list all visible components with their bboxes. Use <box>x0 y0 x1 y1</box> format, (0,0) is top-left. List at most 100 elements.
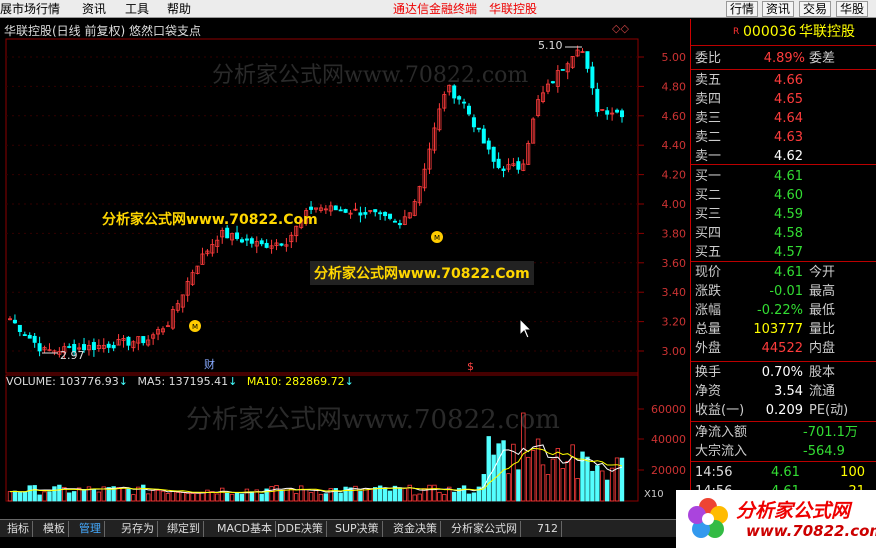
stat2-row[interactable]: 净资 3.54 流通 <box>691 382 876 401</box>
volume-bar <box>52 486 57 502</box>
kline-chart-area[interactable]: 5.00 4.80 4.60 4.40 4.20 4.00 3.80 3.60 3.40 3.20… <box>0 19 690 538</box>
buy-level-3-label: 买三 <box>695 207 722 222</box>
flow-row: 净流入额 -701.1万 <box>691 423 876 442</box>
news-button[interactable]: 资讯 <box>762 1 795 17</box>
volume-bar <box>220 487 225 502</box>
candle <box>560 69 565 71</box>
buy-level-4[interactable]: 买四 4.58 <box>691 224 876 243</box>
volume-bar <box>42 491 47 502</box>
stat-row-ext: 内盘 <box>809 341 836 356</box>
volume-bar <box>96 491 102 502</box>
finance-marker[interactable]: 财 <box>204 356 215 372</box>
volume-bar <box>234 492 240 502</box>
candle <box>501 168 506 171</box>
volume-bar <box>32 485 37 502</box>
flow-label: 大宗流入 <box>695 444 748 459</box>
tab-0[interactable]: 指标 <box>4 521 33 537</box>
stat-row[interactable]: 涨幅 -0.22% 最低 <box>691 301 876 320</box>
tab-10[interactable]: 712 <box>534 521 562 537</box>
buy-level-4-value: 4.58 <box>774 226 803 241</box>
tab-7[interactable]: SUP决策 <box>332 521 383 537</box>
volume-bar <box>545 474 551 502</box>
hk-button[interactable]: 华股 <box>836 1 869 17</box>
volume-bar <box>486 436 491 502</box>
volume-bar <box>190 493 195 502</box>
volume-bar <box>12 490 18 502</box>
price-tick-label: 3.00 <box>662 345 687 358</box>
stat-row[interactable]: 总量 103777 量比 <box>691 320 876 339</box>
candle <box>235 232 240 239</box>
tab-6[interactable]: DDE决策 <box>274 521 327 537</box>
price-tick-label: 3.20 <box>662 316 687 329</box>
volume-bar <box>382 487 388 502</box>
volume-bar <box>289 488 294 502</box>
volume-bar <box>526 456 531 502</box>
high-price-label: 5.10 <box>538 39 563 52</box>
volume-bar <box>432 484 437 502</box>
menu-market[interactable]: 展市场行情 <box>0 2 60 16</box>
volume-bar <box>215 493 220 502</box>
buy-level-3[interactable]: 买三 4.59 <box>691 205 876 224</box>
candle <box>27 334 32 339</box>
stat-row[interactable]: 现价 4.61 今开 <box>691 263 876 282</box>
buy-level-1[interactable]: 买一 4.61 <box>691 167 876 186</box>
tick-time: 14:56 <box>695 465 733 480</box>
tab-3[interactable]: 另存为 <box>118 521 158 537</box>
sell-level-2-value: 4.63 <box>774 130 803 145</box>
volume-bar <box>338 492 343 502</box>
tab-5[interactable]: MACD基本 <box>214 521 276 537</box>
sell-level-4[interactable]: 卖四 4.65 <box>691 90 876 109</box>
sell-level-3[interactable]: 卖三 4.64 <box>691 109 876 128</box>
stock-title: 华联控股 <box>489 2 538 16</box>
flow-value: -564.9 <box>803 444 845 459</box>
candle <box>17 324 22 332</box>
volume-bar <box>200 491 205 502</box>
stat2-row[interactable]: 收益(一) 0.209 PE(动) <box>691 401 876 420</box>
stat2-row[interactable]: 换手 0.70% 股本 <box>691 363 876 382</box>
candle <box>22 334 27 337</box>
volume-tick-label: 20000 <box>651 464 686 477</box>
volume-bar <box>294 493 299 502</box>
site-logo: 分析家公式网 www.70822.com <box>676 490 876 548</box>
stat-row[interactable]: 外盘 44522 内盘 <box>691 339 876 358</box>
candle <box>338 209 343 212</box>
tab-8[interactable]: 资金决策 <box>390 521 441 537</box>
tab-1[interactable]: 模板 <box>40 521 69 537</box>
buy-level-2[interactable]: 买二 4.60 <box>691 186 876 205</box>
low-price-label: 2.97 <box>60 349 85 362</box>
sell-level-5[interactable]: 卖五 4.66 <box>691 71 876 90</box>
sell-level-2[interactable]: 卖二 4.63 <box>691 128 876 147</box>
candle <box>67 346 72 348</box>
stat2-row-value: 0.70% <box>761 365 803 380</box>
tab-9[interactable]: 分析家公式网 <box>448 521 521 537</box>
candle <box>363 212 368 215</box>
volume-bar <box>27 485 32 502</box>
quote-button[interactable]: 行情 <box>726 1 759 17</box>
volume-bar <box>313 489 319 502</box>
buy-level-4-label: 买四 <box>695 226 722 241</box>
stat-row[interactable]: 涨跌 -0.01 最高 <box>691 282 876 301</box>
sell-level-1[interactable]: 卖一 4.62 <box>691 147 876 166</box>
volume-bar <box>7 491 13 502</box>
volume-bar <box>175 492 181 502</box>
sell-level-5-value: 4.66 <box>774 73 803 88</box>
trade-button[interactable]: 交易 <box>799 1 832 17</box>
candle <box>476 127 481 130</box>
sell-level-3-value: 4.64 <box>774 111 803 126</box>
volume-bar <box>67 492 72 502</box>
sell-level-4-value: 4.65 <box>774 92 803 107</box>
tab-2[interactable]: 管理 <box>76 521 105 537</box>
menu-tools[interactable]: 工具 <box>125 2 149 16</box>
diamond-icon[interactable]: ◇◇ <box>612 22 629 35</box>
candle <box>12 319 17 324</box>
buy-level-5[interactable]: 买五 4.57 <box>691 243 876 262</box>
volume-bar <box>609 467 615 502</box>
weibi-value: 4.89% <box>763 51 805 66</box>
menu-help[interactable]: 帮助 <box>167 2 191 16</box>
volume-bar <box>437 491 442 502</box>
dollar-marker[interactable]: $ <box>467 360 474 373</box>
menu-news[interactable]: 资讯 <box>82 2 106 16</box>
tab-4[interactable]: 绑定到 <box>164 521 204 537</box>
buy-level-1-label: 买一 <box>695 169 722 184</box>
logo-text: 分析家公式网 <box>736 500 851 522</box>
